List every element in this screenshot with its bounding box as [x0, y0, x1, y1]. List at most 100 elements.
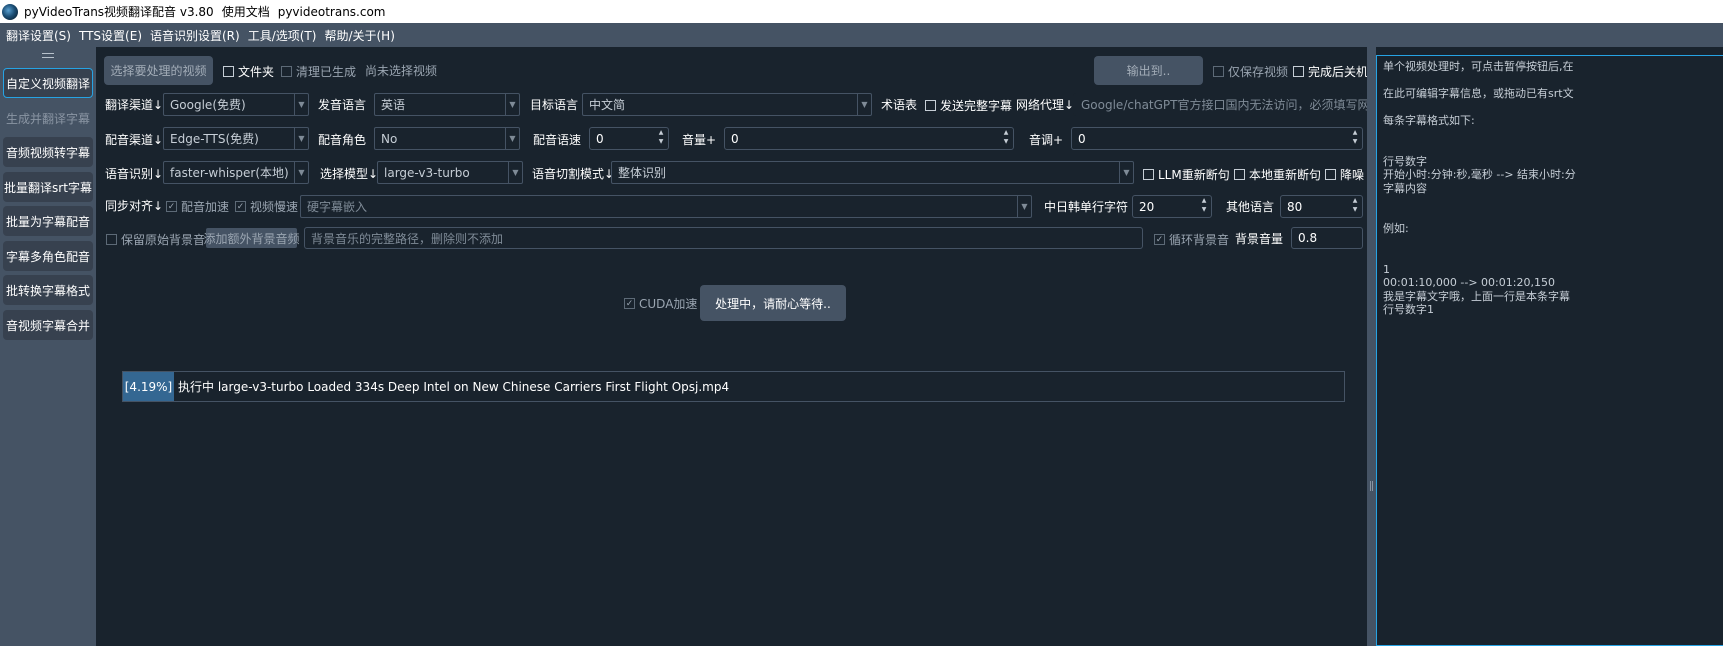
asr-label[interactable]: 语音识别↓	[105, 166, 163, 182]
volume-spinbox[interactable]: 0 ▲ ▼	[724, 127, 1014, 150]
spin-arrows-icon[interactable]: ▲ ▼	[1199, 197, 1209, 213]
voice-role-select[interactable]: No ▼	[374, 127, 520, 150]
glossary-button[interactable]: 术语表	[881, 97, 917, 113]
menu-translate-settings[interactable]: 翻译设置(S)	[2, 27, 75, 44]
spin-arrows-icon[interactable]: ▲ ▼	[656, 129, 666, 145]
model-value: large-v3-turbo	[384, 165, 470, 180]
spin-arrows-icon[interactable]: ▲ ▼	[1350, 129, 1360, 145]
sidebar-item-multi-role-dub[interactable]: 字幕多角色配音	[3, 241, 93, 271]
target-language-select[interactable]: 中文简 ▼	[582, 93, 872, 116]
denoise-label: 降噪	[1340, 168, 1365, 182]
subtitle-editor-line: 00:01:10,000 --> 00:01:20,150	[1383, 276, 1555, 289]
select-video-button[interactable]: 选择要处理的视频	[104, 56, 213, 85]
proxy-label[interactable]: 网络代理↓	[1016, 97, 1074, 113]
send-full-subtitle-checkbox[interactable]: 发送完整字幕	[925, 97, 1012, 114]
sync-align-label[interactable]: 同步对齐↓	[105, 198, 163, 214]
model-label[interactable]: 选择模型↓	[320, 166, 378, 182]
split-mode-select[interactable]: 整体识别 ▼	[611, 161, 1134, 184]
menu-help[interactable]: 帮助/关于(H)	[320, 27, 398, 44]
toolbar-grip-icon[interactable]	[42, 53, 54, 58]
sidebar-item-batch-translate-srt[interactable]: 批量翻译srt字幕	[3, 172, 93, 202]
subtitle-editor-line	[1383, 249, 1717, 263]
progress-bar: [4.19%] 执行中 large-v3-turbo Loaded 334s D…	[122, 371, 1345, 402]
pitch-spinbox[interactable]: 0 ▲ ▼	[1071, 127, 1363, 150]
tts-channel-label[interactable]: 配音渠道↓	[105, 132, 163, 148]
cjk-chars-spinbox[interactable]: 20 ▲ ▼	[1132, 195, 1212, 218]
subtitle-editor-line: 每条字幕格式如下:	[1383, 114, 1475, 127]
local-resplit-label: 本地重新断句	[1249, 168, 1322, 182]
splitter-grip-icon[interactable]	[1370, 481, 1373, 491]
subtitle-editor-line	[1383, 236, 1717, 250]
speech-rate-label: 配音语速	[533, 133, 582, 147]
subtitle-editor-line: 我是字幕文字哦，上面一行是本条字幕	[1383, 289, 1570, 303]
checkbox-icon	[106, 234, 117, 245]
model-select[interactable]: large-v3-turbo ▼	[377, 161, 523, 184]
cjk-chars-value: 20	[1139, 199, 1155, 214]
folder-checkbox-label: 文件夹	[238, 65, 275, 79]
checkbox-icon	[1293, 66, 1304, 77]
sidebar-item-batch-convert-format[interactable]: 批转换字幕格式	[3, 275, 93, 305]
subtitle-editor-line: 行号数字	[1383, 154, 1427, 168]
panel-splitter[interactable]	[1367, 47, 1376, 646]
main-panel: 选择要处理的视频 文件夹 清理已生成 尚未选择视频 输出到.. 仅保存视频 完成…	[96, 47, 1381, 646]
chevron-down-icon: ▼	[508, 162, 522, 183]
docs-link[interactable]: 使用文档	[222, 3, 270, 20]
output-to-button[interactable]: 输出到..	[1094, 56, 1203, 85]
clear-generated-checkbox[interactable]: 清理已生成	[281, 63, 356, 80]
proxy-input[interactable]: Google/chatGPT官方接口国内无法访问，必须填写网...	[1073, 93, 1381, 116]
start-process-button[interactable]: 处理中，请耐心等待..	[700, 285, 846, 321]
subtitle-editor-line	[1383, 74, 1717, 88]
chevron-down-icon: ▼	[505, 94, 519, 115]
audio-speedup-checkbox[interactable]: ✓ 配音加速	[166, 198, 229, 215]
spin-arrows-icon[interactable]: ▲ ▼	[1350, 197, 1360, 213]
chevron-down-icon: ▼	[294, 162, 308, 183]
tts-channel-select[interactable]: Edge-TTS(免费) ▼	[163, 127, 309, 150]
source-language-select[interactable]: 英语 ▼	[374, 93, 520, 116]
sidebar-item-batch-dub-subtitles[interactable]: 批量为字幕配音	[3, 206, 93, 236]
clear-generated-label: 清理已生成	[296, 65, 357, 79]
pitch-label: 音调+	[1029, 133, 1064, 147]
add-bg-audio-button[interactable]: 添加额外背景音频	[204, 228, 300, 248]
checkbox-icon	[223, 66, 234, 77]
cuda-label: CUDA加速	[639, 297, 698, 311]
cuda-checkbox[interactable]: ✓ CUDA加速	[624, 295, 697, 312]
shutdown-after-checkbox[interactable]: 完成后关机	[1293, 63, 1368, 80]
site-link[interactable]: pyvideotrans.com	[278, 5, 386, 19]
bg-volume-input[interactable]: 0.8	[1291, 227, 1363, 249]
local-resplit-checkbox[interactable]: 本地重新断句	[1234, 166, 1321, 183]
other-lang-spinbox[interactable]: 80 ▲ ▼	[1280, 195, 1363, 218]
checkmark-icon: ✓	[1154, 234, 1165, 245]
video-slowdown-checkbox[interactable]: ✓ 视频慢速	[235, 198, 298, 215]
keep-bg-audio-checkbox[interactable]: 保留原始背景音	[106, 231, 205, 248]
speech-rate-spinbox[interactable]: 0 ▲ ▼	[589, 127, 669, 150]
subtitle-editor-line: 1	[1383, 262, 1390, 276]
subtitle-editor-line: 单个视频处理时，可点击暂停按钮后,在	[1383, 60, 1574, 73]
checkbox-icon	[925, 100, 936, 111]
subtitle-editor-line: 行号数字1	[1383, 303, 1434, 316]
translate-channel-label[interactable]: 翻译渠道↓	[105, 97, 163, 113]
llm-resplit-checkbox[interactable]: LLM重新断句	[1143, 166, 1230, 183]
subtitle-mode-select[interactable]: 硬字幕嵌入 ▼	[300, 195, 1032, 218]
bg-audio-path-input[interactable]: 背景音乐的完整路径，删除则不添加	[304, 227, 1143, 249]
sidebar-item-audio-video-to-subtitles[interactable]: 音频视频转字幕	[3, 137, 93, 167]
folder-checkbox[interactable]: 文件夹	[223, 63, 274, 80]
split-mode-label[interactable]: 语音切割模式↓	[532, 166, 614, 182]
app-logo-icon	[2, 3, 18, 20]
spin-arrows-icon[interactable]: ▲ ▼	[1001, 129, 1011, 145]
other-lang-value: 80	[1287, 199, 1303, 214]
sidebar-item-custom-video-translate[interactable]: 自定义视频翻译	[3, 68, 93, 98]
only-save-video-checkbox[interactable]: 仅保存视频	[1213, 63, 1288, 80]
loop-bg-audio-checkbox[interactable]: ✓ 循环背景音	[1154, 231, 1229, 248]
chevron-down-icon: ▼	[294, 94, 308, 115]
sidebar-item-merge-av-subtitles[interactable]: 音视频字幕合并	[3, 310, 93, 340]
subtitle-editor-line	[1383, 209, 1717, 223]
voice-role-value: No	[381, 131, 398, 146]
subtitle-editor[interactable]: 单个视频处理时，可点击暂停按钮后,在 在此可编辑字幕信息，或拖动已有srt文 每条…	[1376, 55, 1723, 646]
menu-asr-settings[interactable]: 语音识别设置(R)	[146, 27, 244, 44]
asr-select[interactable]: faster-whisper(本地) ▼	[163, 161, 309, 184]
menu-tts-settings[interactable]: TTS设置(E)	[75, 27, 146, 44]
translate-channel-select[interactable]: Google(免费) ▼	[163, 93, 309, 116]
menu-tools[interactable]: 工具/选项(T)	[244, 27, 321, 44]
speech-rate-value: 0	[596, 131, 604, 146]
denoise-checkbox[interactable]: 降噪	[1325, 166, 1364, 183]
